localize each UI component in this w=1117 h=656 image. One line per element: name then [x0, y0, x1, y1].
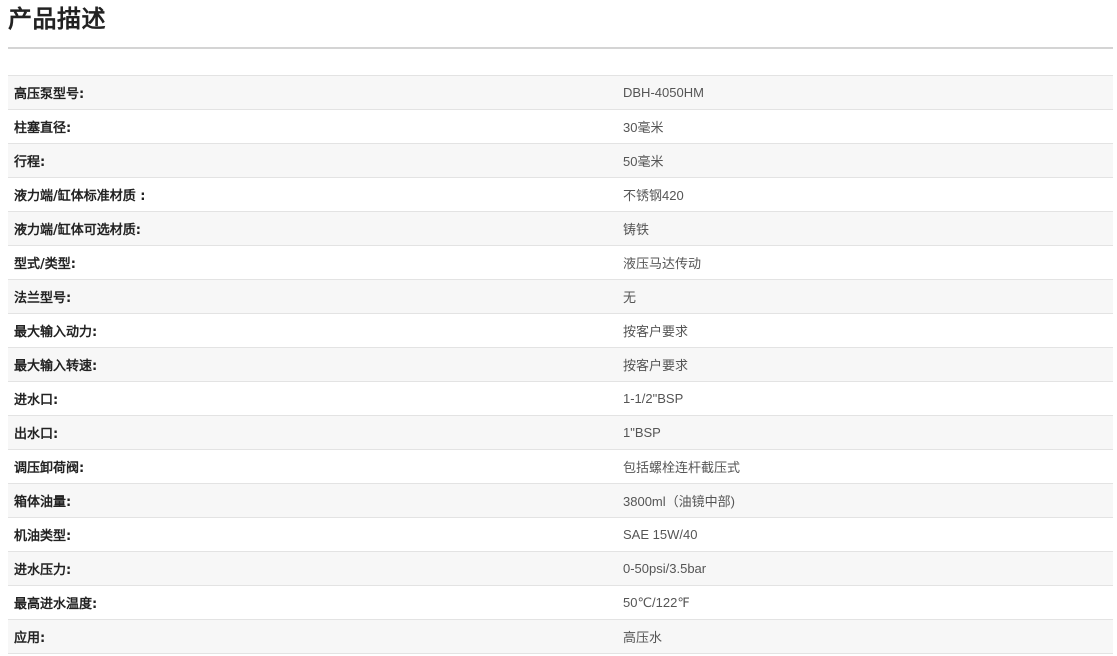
spec-value: 铸铁	[617, 211, 1113, 246]
spec-label: 行程:	[8, 143, 617, 178]
spec-value: 50毫米	[617, 143, 1113, 178]
spec-value: DBH-4050HM	[617, 75, 1113, 110]
spec-row: 高压泵型号: DBH-4050HM	[8, 75, 1113, 110]
spec-row: 箱体油量: 3800ml（油镜中部)	[8, 483, 1113, 518]
spec-value: 30毫米	[617, 109, 1113, 144]
spec-row: 液力端/缸体标准材质 : 不锈钢420	[8, 177, 1113, 212]
spec-label: 最大输入动力:	[8, 313, 617, 348]
spec-row: 最大输入动力: 按客户要求	[8, 313, 1113, 348]
spec-row: 调压卸荷阀: 包括螺栓连杆截压式	[8, 449, 1113, 484]
spec-label: 液力端/缸体可选材质:	[8, 211, 617, 246]
spec-value: 无	[617, 279, 1113, 314]
spec-row: 法兰型号: 无	[8, 279, 1113, 314]
spec-row: 机油类型: SAE 15W/40	[8, 517, 1113, 552]
spec-label: 高压泵型号:	[8, 75, 617, 110]
spec-label: 调压卸荷阀:	[8, 449, 617, 484]
spec-label: 进水压力:	[8, 551, 617, 586]
spec-value: 高压水	[617, 619, 1113, 654]
spec-row: 柱塞直径: 30毫米	[8, 109, 1113, 144]
spec-row: 行程: 50毫米	[8, 143, 1113, 178]
spec-label: 出水口:	[8, 415, 617, 450]
spec-row: 型式/类型: 液压马达传动	[8, 245, 1113, 280]
spec-row: 最高进水温度: 50℃/122℉	[8, 585, 1113, 620]
spec-label: 应用:	[8, 619, 617, 654]
title-divider	[8, 47, 1113, 49]
spec-table-body: 高压泵型号: DBH-4050HM 柱塞直径: 30毫米 行程: 50毫米 液力端/缸体标准…	[8, 75, 1113, 654]
spec-row: 最大输入转速: 按客户要求	[8, 347, 1113, 382]
section-title: 产品描述	[8, 5, 106, 33]
spec-value: 按客户要求	[617, 347, 1113, 382]
spec-label: 机油类型:	[8, 517, 617, 552]
spec-label: 法兰型号:	[8, 279, 617, 314]
spec-value: 液压马达传动	[617, 245, 1113, 280]
spec-label: 最大输入转速:	[8, 347, 617, 382]
spec-label: 液力端/缸体标准材质 :	[8, 177, 617, 212]
spec-label: 箱体油量:	[8, 483, 617, 518]
spec-value: 1-1/2"BSP	[617, 381, 1113, 416]
spec-label: 进水口:	[8, 381, 617, 416]
spec-row: 出水口: 1"BSP	[8, 415, 1113, 450]
spec-value: 不锈钢420	[617, 177, 1113, 212]
spec-table: 高压泵型号: DBH-4050HM 柱塞直径: 30毫米 行程: 50毫米 液力端/缸体标准…	[8, 75, 1113, 654]
spec-row: 进水口: 1-1/2"BSP	[8, 381, 1113, 416]
spec-label: 柱塞直径:	[8, 109, 617, 144]
spec-row: 应用: 高压水	[8, 619, 1113, 654]
spec-label: 最高进水温度:	[8, 585, 617, 620]
spec-value: 1"BSP	[617, 415, 1113, 450]
spec-value: 3800ml（油镜中部)	[617, 483, 1113, 518]
spec-value: SAE 15W/40	[617, 517, 1113, 552]
spec-row: 进水压力: 0-50psi/3.5bar	[8, 551, 1113, 586]
spec-label: 型式/类型:	[8, 245, 617, 280]
spec-value: 50℃/122℉	[617, 585, 1113, 620]
spec-value: 按客户要求	[617, 313, 1113, 348]
spec-row: 液力端/缸体可选材质: 铸铁	[8, 211, 1113, 246]
spec-value: 包括螺栓连杆截压式	[617, 449, 1113, 484]
spec-value: 0-50psi/3.5bar	[617, 551, 1113, 586]
